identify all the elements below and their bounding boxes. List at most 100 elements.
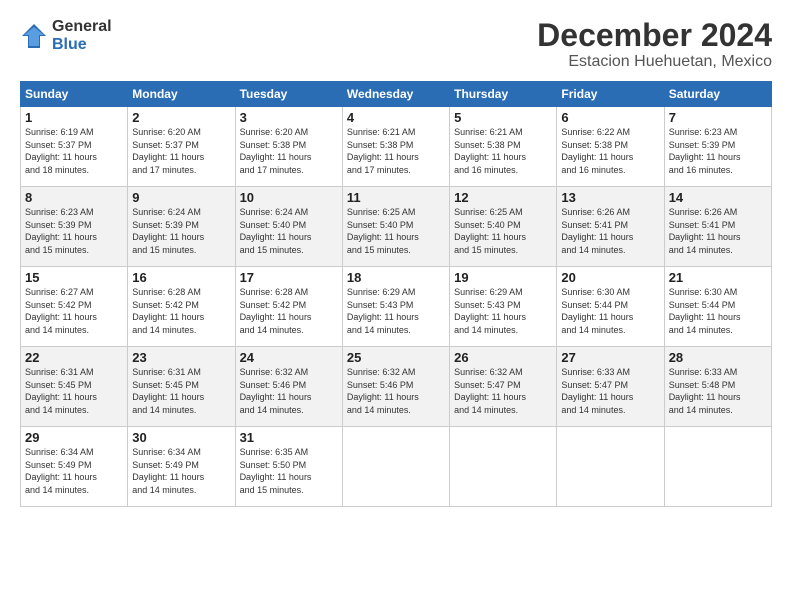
col-monday: Monday — [128, 82, 235, 107]
table-row: 31Sunrise: 6:35 AM Sunset: 5:50 PM Dayli… — [235, 427, 342, 507]
logo-general-text: General — [52, 18, 112, 36]
day-number: 23 — [132, 350, 230, 365]
day-info: Sunrise: 6:26 AM Sunset: 5:41 PM Dayligh… — [669, 206, 767, 256]
col-friday: Friday — [557, 82, 664, 107]
table-row: 11Sunrise: 6:25 AM Sunset: 5:40 PM Dayli… — [342, 187, 449, 267]
table-row: 26Sunrise: 6:32 AM Sunset: 5:47 PM Dayli… — [450, 347, 557, 427]
day-number: 18 — [347, 270, 445, 285]
table-row: 4Sunrise: 6:21 AM Sunset: 5:38 PM Daylig… — [342, 107, 449, 187]
day-number: 28 — [669, 350, 767, 365]
table-row: 30Sunrise: 6:34 AM Sunset: 5:49 PM Dayli… — [128, 427, 235, 507]
day-number: 2 — [132, 110, 230, 125]
day-number: 5 — [454, 110, 552, 125]
day-number: 12 — [454, 190, 552, 205]
table-row — [450, 427, 557, 507]
col-wednesday: Wednesday — [342, 82, 449, 107]
col-thursday: Thursday — [450, 82, 557, 107]
logo-icon — [20, 22, 48, 50]
table-row: 5Sunrise: 6:21 AM Sunset: 5:38 PM Daylig… — [450, 107, 557, 187]
day-info: Sunrise: 6:25 AM Sunset: 5:40 PM Dayligh… — [347, 206, 445, 256]
table-row: 8Sunrise: 6:23 AM Sunset: 5:39 PM Daylig… — [21, 187, 128, 267]
logo: General Blue — [20, 18, 112, 53]
table-row: 3Sunrise: 6:20 AM Sunset: 5:38 PM Daylig… — [235, 107, 342, 187]
table-row: 15Sunrise: 6:27 AM Sunset: 5:42 PM Dayli… — [21, 267, 128, 347]
calendar-week-row: 22Sunrise: 6:31 AM Sunset: 5:45 PM Dayli… — [21, 347, 772, 427]
day-info: Sunrise: 6:29 AM Sunset: 5:43 PM Dayligh… — [347, 286, 445, 336]
title-block: December 2024 Estacion Huehuetan, Mexico — [537, 18, 772, 71]
day-number: 11 — [347, 190, 445, 205]
table-row: 18Sunrise: 6:29 AM Sunset: 5:43 PM Dayli… — [342, 267, 449, 347]
day-info: Sunrise: 6:32 AM Sunset: 5:46 PM Dayligh… — [347, 366, 445, 416]
day-info: Sunrise: 6:32 AM Sunset: 5:46 PM Dayligh… — [240, 366, 338, 416]
table-row: 19Sunrise: 6:29 AM Sunset: 5:43 PM Dayli… — [450, 267, 557, 347]
day-info: Sunrise: 6:30 AM Sunset: 5:44 PM Dayligh… — [669, 286, 767, 336]
day-number: 20 — [561, 270, 659, 285]
day-info: Sunrise: 6:21 AM Sunset: 5:38 PM Dayligh… — [454, 126, 552, 176]
day-number: 14 — [669, 190, 767, 205]
col-sunday: Sunday — [21, 82, 128, 107]
calendar-week-row: 8Sunrise: 6:23 AM Sunset: 5:39 PM Daylig… — [21, 187, 772, 267]
day-info: Sunrise: 6:35 AM Sunset: 5:50 PM Dayligh… — [240, 446, 338, 496]
table-row: 16Sunrise: 6:28 AM Sunset: 5:42 PM Dayli… — [128, 267, 235, 347]
day-number: 24 — [240, 350, 338, 365]
day-number: 10 — [240, 190, 338, 205]
table-row: 27Sunrise: 6:33 AM Sunset: 5:47 PM Dayli… — [557, 347, 664, 427]
day-info: Sunrise: 6:23 AM Sunset: 5:39 PM Dayligh… — [669, 126, 767, 176]
table-row: 2Sunrise: 6:20 AM Sunset: 5:37 PM Daylig… — [128, 107, 235, 187]
calendar-header-row: Sunday Monday Tuesday Wednesday Thursday… — [21, 82, 772, 107]
table-row: 6Sunrise: 6:22 AM Sunset: 5:38 PM Daylig… — [557, 107, 664, 187]
table-row: 29Sunrise: 6:34 AM Sunset: 5:49 PM Dayli… — [21, 427, 128, 507]
day-info: Sunrise: 6:23 AM Sunset: 5:39 PM Dayligh… — [25, 206, 123, 256]
day-info: Sunrise: 6:28 AM Sunset: 5:42 PM Dayligh… — [132, 286, 230, 336]
table-row: 9Sunrise: 6:24 AM Sunset: 5:39 PM Daylig… — [128, 187, 235, 267]
col-saturday: Saturday — [664, 82, 771, 107]
day-number: 19 — [454, 270, 552, 285]
day-info: Sunrise: 6:24 AM Sunset: 5:40 PM Dayligh… — [240, 206, 338, 256]
table-row — [664, 427, 771, 507]
day-number: 7 — [669, 110, 767, 125]
logo-blue-text: Blue — [52, 36, 112, 54]
table-row — [557, 427, 664, 507]
day-info: Sunrise: 6:20 AM Sunset: 5:38 PM Dayligh… — [240, 126, 338, 176]
page: General Blue December 2024 Estacion Hueh… — [0, 0, 792, 612]
table-row: 25Sunrise: 6:32 AM Sunset: 5:46 PM Dayli… — [342, 347, 449, 427]
day-number: 26 — [454, 350, 552, 365]
logo-text: General Blue — [52, 18, 112, 53]
day-info: Sunrise: 6:25 AM Sunset: 5:40 PM Dayligh… — [454, 206, 552, 256]
day-info: Sunrise: 6:21 AM Sunset: 5:38 PM Dayligh… — [347, 126, 445, 176]
day-number: 4 — [347, 110, 445, 125]
day-info: Sunrise: 6:33 AM Sunset: 5:47 PM Dayligh… — [561, 366, 659, 416]
day-info: Sunrise: 6:31 AM Sunset: 5:45 PM Dayligh… — [25, 366, 123, 416]
day-info: Sunrise: 6:33 AM Sunset: 5:48 PM Dayligh… — [669, 366, 767, 416]
day-number: 9 — [132, 190, 230, 205]
header: General Blue December 2024 Estacion Hueh… — [20, 18, 772, 71]
table-row: 1Sunrise: 6:19 AM Sunset: 5:37 PM Daylig… — [21, 107, 128, 187]
table-row: 12Sunrise: 6:25 AM Sunset: 5:40 PM Dayli… — [450, 187, 557, 267]
day-info: Sunrise: 6:27 AM Sunset: 5:42 PM Dayligh… — [25, 286, 123, 336]
day-number: 29 — [25, 430, 123, 445]
day-number: 15 — [25, 270, 123, 285]
day-info: Sunrise: 6:28 AM Sunset: 5:42 PM Dayligh… — [240, 286, 338, 336]
day-number: 21 — [669, 270, 767, 285]
day-number: 3 — [240, 110, 338, 125]
table-row: 17Sunrise: 6:28 AM Sunset: 5:42 PM Dayli… — [235, 267, 342, 347]
day-info: Sunrise: 6:24 AM Sunset: 5:39 PM Dayligh… — [132, 206, 230, 256]
table-row: 21Sunrise: 6:30 AM Sunset: 5:44 PM Dayli… — [664, 267, 771, 347]
day-number: 25 — [347, 350, 445, 365]
table-row: 7Sunrise: 6:23 AM Sunset: 5:39 PM Daylig… — [664, 107, 771, 187]
calendar-week-row: 29Sunrise: 6:34 AM Sunset: 5:49 PM Dayli… — [21, 427, 772, 507]
day-number: 6 — [561, 110, 659, 125]
table-row: 28Sunrise: 6:33 AM Sunset: 5:48 PM Dayli… — [664, 347, 771, 427]
table-row: 20Sunrise: 6:30 AM Sunset: 5:44 PM Dayli… — [557, 267, 664, 347]
day-number: 27 — [561, 350, 659, 365]
table-row: 24Sunrise: 6:32 AM Sunset: 5:46 PM Dayli… — [235, 347, 342, 427]
table-row: 10Sunrise: 6:24 AM Sunset: 5:40 PM Dayli… — [235, 187, 342, 267]
day-info: Sunrise: 6:19 AM Sunset: 5:37 PM Dayligh… — [25, 126, 123, 176]
day-number: 17 — [240, 270, 338, 285]
table-row: 22Sunrise: 6:31 AM Sunset: 5:45 PM Dayli… — [21, 347, 128, 427]
location-title: Estacion Huehuetan, Mexico — [537, 53, 772, 71]
table-row: 23Sunrise: 6:31 AM Sunset: 5:45 PM Dayli… — [128, 347, 235, 427]
calendar-table: Sunday Monday Tuesday Wednesday Thursday… — [20, 81, 772, 507]
day-number: 13 — [561, 190, 659, 205]
day-info: Sunrise: 6:30 AM Sunset: 5:44 PM Dayligh… — [561, 286, 659, 336]
